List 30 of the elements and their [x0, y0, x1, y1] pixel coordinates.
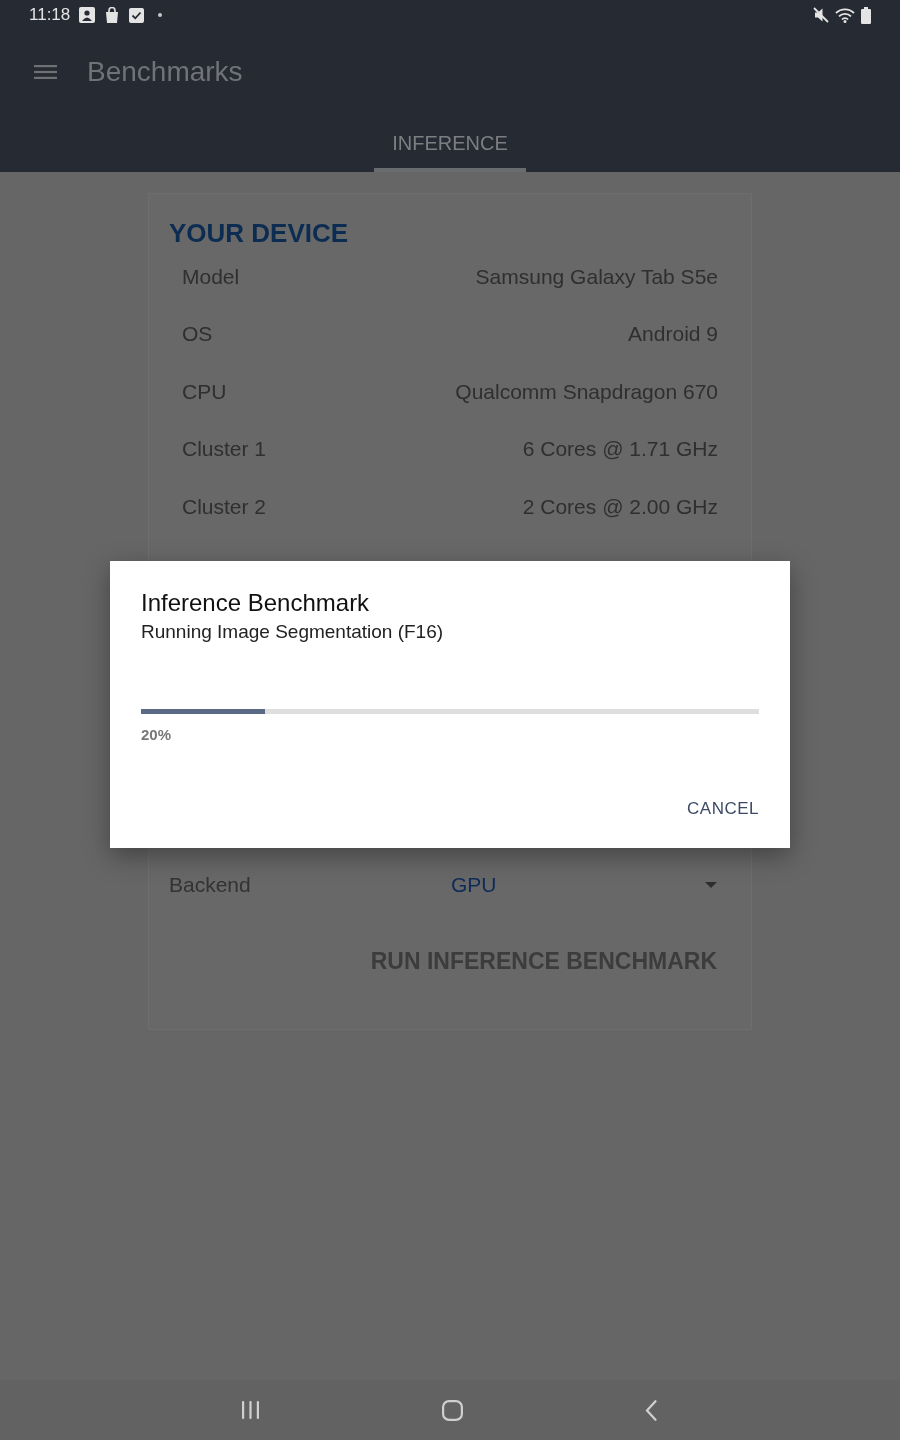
checkbox-icon — [129, 7, 145, 23]
portrait-icon — [79, 7, 96, 23]
progress-percent: 20% — [141, 725, 173, 745]
app-title: Benchmarks — [87, 56, 243, 88]
spec-value: 6 Cores @ 1.71 GHz — [522, 437, 718, 462]
recent-apps-icon[interactable] — [241, 1401, 260, 1419]
menu-icon[interactable] — [34, 65, 57, 79]
dialog-message: Running Image Segmentation (F16) — [141, 620, 445, 644]
spec-label: OS — [182, 322, 213, 347]
spec-value: Android 9 — [628, 322, 718, 347]
spec-label: CPU — [182, 379, 227, 404]
card-heading: YOUR DEVICE — [169, 218, 350, 248]
spec-value: Samsung Galaxy Tab S5e — [475, 264, 718, 289]
dialog-title: Inference Benchmark — [141, 589, 371, 617]
spec-value: 2 Cores @ 2.00 GHz — [522, 494, 718, 519]
spec-label: Cluster 2 — [182, 494, 267, 519]
battery-icon — [861, 6, 871, 24]
spec-label: Cluster 1 — [182, 437, 267, 462]
wifi-icon — [835, 7, 855, 23]
spec-label: Model — [182, 264, 240, 289]
spec-value: Qualcomm Snapdragon 670 — [455, 379, 718, 404]
dot-icon — [158, 13, 163, 17]
dropdown-caret-icon — [705, 881, 717, 888]
muted-speaker-icon — [813, 7, 829, 23]
shopping-bag-icon — [105, 7, 120, 23]
back-icon[interactable] — [645, 1399, 657, 1421]
home-icon[interactable] — [442, 1399, 463, 1421]
backend-dropdown[interactable]: GPU — [451, 864, 731, 905]
cancel-button[interactable]: CANCEL — [679, 791, 767, 827]
status-time: 11:18 — [29, 5, 71, 25]
